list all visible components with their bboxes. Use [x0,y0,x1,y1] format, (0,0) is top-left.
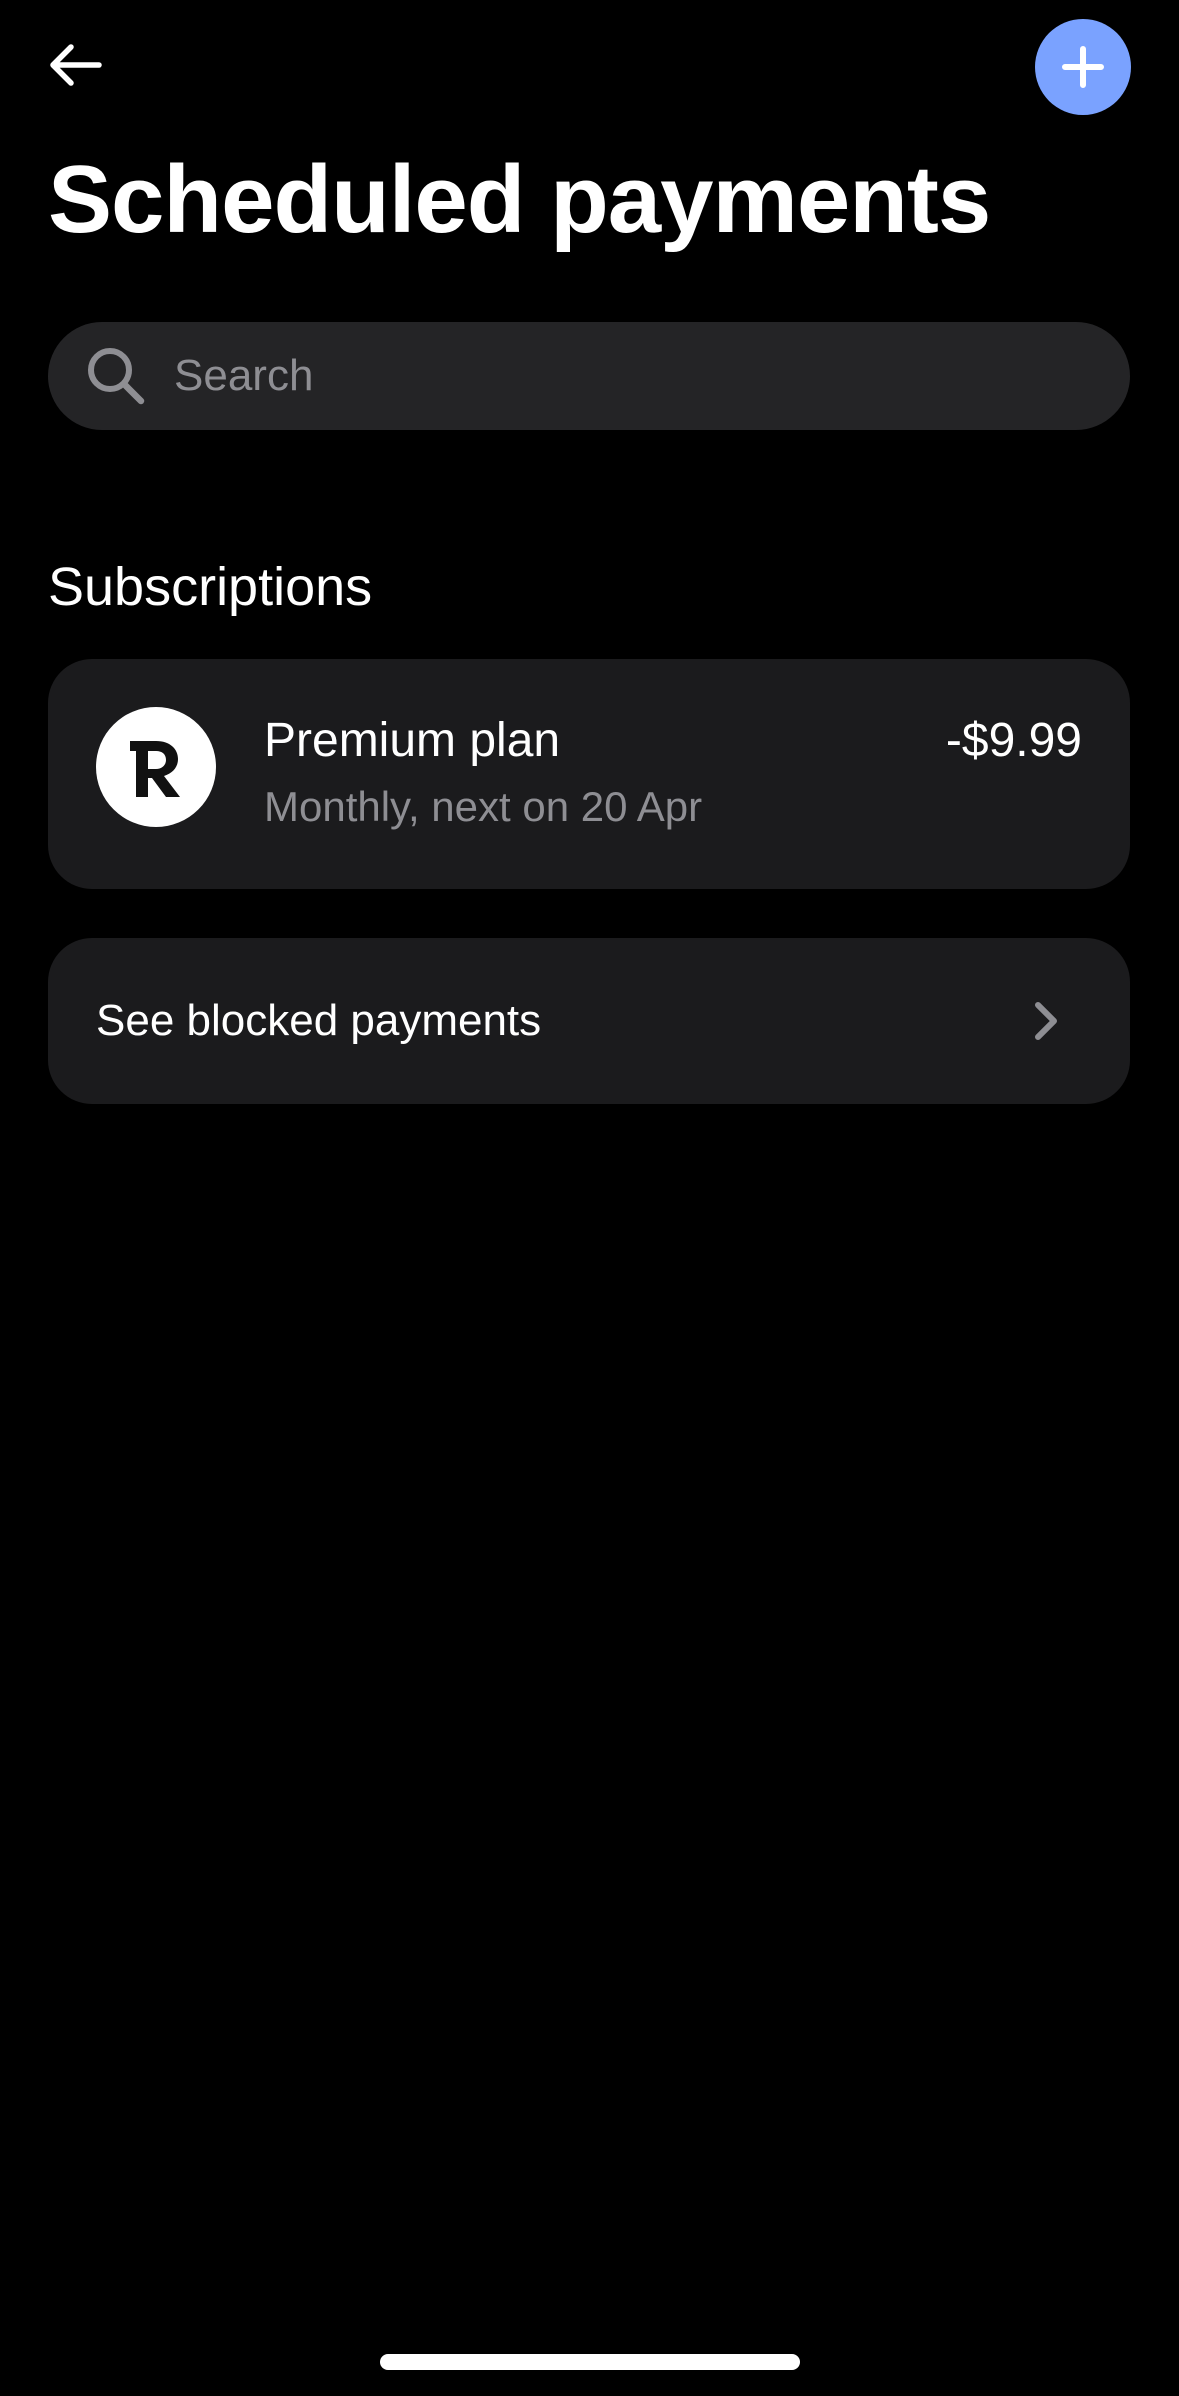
merchant-logo [96,707,216,827]
plus-icon [1062,46,1104,88]
subscription-schedule: Monthly, next on 20 Apr [264,783,703,830]
section-title-subscriptions: Subscriptions [48,557,373,617]
search-icon [84,344,148,408]
search-bar[interactable] [48,321,1130,431]
home-indicator[interactable] [380,2354,800,2370]
see-blocked-payments-button[interactable]: See blocked payments [48,938,1130,1104]
chevron-right-icon [1026,994,1066,1048]
blocked-payments-label: See blocked payments [96,996,542,1045]
page-title: Scheduled payments [48,146,991,253]
revolut-r-logo [130,741,180,797]
search-input[interactable] [172,321,1130,431]
arrow-left-icon [50,44,102,86]
add-payment-button[interactable] [1035,19,1131,115]
subscription-item[interactable]: Premium plan Monthly, next on 20 Apr -$9… [48,659,1130,889]
back-button[interactable] [40,30,110,100]
subscription-amount: -$9.99 [945,714,1082,767]
subscription-name: Premium plan [264,714,561,767]
